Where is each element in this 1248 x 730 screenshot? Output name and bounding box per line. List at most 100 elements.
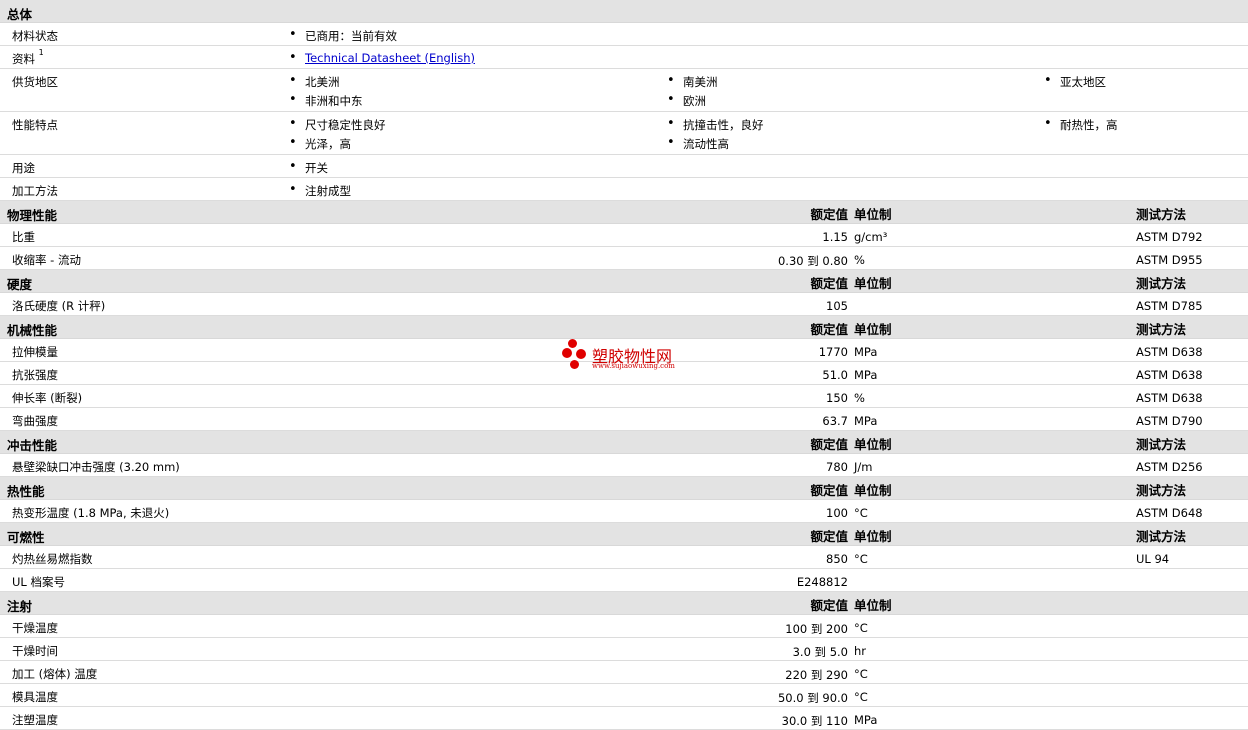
row-availability: 供货地区 北美洲 南美洲 亚太地区 非洲和中东 欧洲 [0, 69, 1248, 112]
region-item: 亚太地区 [1044, 73, 1106, 90]
property-value: 850 [826, 552, 848, 566]
unit-header: 单位制 [854, 437, 892, 452]
property-name: 洛氏硬度 (R 计秤) [12, 299, 106, 313]
nominal-header: 额定值 [810, 483, 848, 498]
footnote-marker: 1 [38, 48, 44, 58]
property-name: 悬壁梁缺口冲击强度 (3.20 mm) [12, 460, 180, 474]
property-value: 30.0 到 110 [781, 714, 848, 728]
nominal-header: 额定值 [810, 207, 848, 222]
property-name: 抗张强度 [12, 368, 58, 382]
method-header: 测试方法 [1136, 276, 1187, 291]
region-item: 非洲和中东 [289, 92, 362, 109]
watermark-url: www.sujiaowuxing.com [592, 362, 675, 370]
section-hardness: 硬度 额定值 单位制 测试方法 [0, 270, 1248, 293]
method-header: 测试方法 [1136, 207, 1187, 222]
method-header: 测试方法 [1136, 437, 1187, 452]
method-header: 测试方法 [1136, 483, 1187, 498]
test-method: ASTM D638 [1136, 391, 1203, 405]
table-row: UL 档案号 E248812 [0, 569, 1248, 592]
property-value: 100 到 200 [785, 622, 848, 636]
section-title: 硬度 [7, 277, 33, 292]
unit-header: 单位制 [854, 483, 892, 498]
section-impact: 冲击性能 额定值 单位制 测试方法 [0, 431, 1248, 454]
feature-item: 抗撞击性，良好 [667, 116, 763, 133]
test-method: ASTM D638 [1136, 368, 1203, 382]
region-item: 欧洲 [667, 92, 706, 109]
property-value: 0.30 到 0.80 [777, 254, 848, 268]
property-unit: °C [854, 506, 868, 520]
property-name: 模具温度 [12, 690, 58, 704]
table-row: 比重 1.15 g/cm³ ASTM D792 [0, 224, 1248, 247]
table-row: 伸长率 (断裂) 150 % ASTM D638 [0, 385, 1248, 408]
property-label: 供货地区 [12, 75, 58, 89]
section-flammability: 可燃性 额定值 单位制 测试方法 [0, 523, 1248, 546]
table-row: 热变形温度 (1.8 MPa, 未退火) 100 °C ASTM D648 [0, 500, 1248, 523]
literature-item: Technical Datasheet (English) [289, 50, 475, 65]
table-row: 洛氏硬度 (R 计秤) 105 ASTM D785 [0, 293, 1248, 316]
nominal-header: 额定值 [810, 322, 848, 337]
property-value: 150 [826, 391, 848, 405]
property-value: 780 [826, 460, 848, 474]
property-unit: hr [854, 644, 867, 658]
section-mechanical: 机械性能 额定值 单位制 测试方法 [0, 316, 1248, 339]
property-unit: MPa [854, 345, 878, 359]
section-title: 物理性能 [7, 208, 58, 223]
table-row: 干燥时间 3.0 到 5.0 hr [0, 638, 1248, 661]
property-value: 220 到 290 [785, 668, 848, 682]
property-name: 热变形温度 (1.8 MPa, 未退火) [12, 506, 170, 520]
property-name: 伸长率 (断裂) [12, 391, 83, 405]
property-value: 1770 [818, 345, 848, 359]
table-row: 加工 (熔体) 温度 220 到 290 °C [0, 661, 1248, 684]
row-literature: 资料 1 Technical Datasheet (English) [0, 46, 1248, 69]
section-title: 机械性能 [7, 323, 58, 338]
nominal-header: 额定值 [810, 529, 848, 544]
row-processing: 加工方法 注射成型 [0, 178, 1248, 201]
property-value: 100 [826, 506, 848, 520]
property-value: 1.15 [822, 230, 848, 244]
nominal-header: 额定值 [810, 598, 848, 613]
property-name: 加工 (熔体) 温度 [12, 667, 98, 681]
method-header: 测试方法 [1136, 529, 1187, 544]
watermark-logo: 塑胶物性网 www.sujiaowuxing.com [560, 338, 700, 378]
property-name: 注塑温度 [12, 713, 58, 727]
property-name: 比重 [12, 230, 35, 244]
processing-item: 注射成型 [289, 182, 351, 199]
row-features: 性能特点 尺寸稳定性良好 抗撞击性，良好 耐热性，高 光泽，高 流动性高 [0, 112, 1248, 155]
table-row: 模具温度 50.0 到 90.0 °C [0, 684, 1248, 707]
property-unit: % [854, 253, 865, 267]
property-label: 加工方法 [12, 184, 58, 198]
property-label: 材料状态 [12, 29, 58, 43]
table-row: 灼热丝易燃指数 850 °C UL 94 [0, 546, 1248, 569]
property-unit: MPa [854, 414, 878, 428]
logo-dot [570, 360, 579, 369]
logo-dot [562, 348, 572, 358]
property-name: 拉伸模量 [12, 345, 58, 359]
property-value: 63.7 [822, 414, 848, 428]
property-unit: °C [854, 690, 868, 704]
section-title: 热性能 [7, 484, 45, 499]
nominal-header: 额定值 [810, 437, 848, 452]
unit-header: 单位制 [854, 598, 892, 613]
technical-datasheet-link[interactable]: Technical Datasheet (English) [305, 51, 475, 65]
property-unit: °C [854, 552, 868, 566]
section-title: 注射 [7, 599, 33, 614]
method-header: 测试方法 [1136, 322, 1187, 337]
property-unit: °C [854, 667, 868, 681]
section-thermal: 热性能 额定值 单位制 测试方法 [0, 477, 1248, 500]
unit-header: 单位制 [854, 207, 892, 222]
property-name: 收缩率 - 流动 [12, 253, 81, 267]
property-unit: °C [854, 621, 868, 635]
property-name: 灼热丝易燃指数 [12, 552, 93, 566]
unit-header: 单位制 [854, 322, 892, 337]
property-value: 50.0 到 90.0 [777, 691, 848, 705]
property-name: 干燥温度 [12, 621, 58, 635]
region-item: 南美洲 [667, 73, 717, 90]
table-row: 收缩率 - 流动 0.30 到 0.80 % ASTM D955 [0, 247, 1248, 270]
test-method: ASTM D955 [1136, 253, 1203, 267]
table-row: 悬壁梁缺口冲击强度 (3.20 mm) 780 J/m ASTM D256 [0, 454, 1248, 477]
table-row: 注塑温度 30.0 到 110 MPa [0, 707, 1248, 730]
test-method: UL 94 [1136, 552, 1170, 566]
unit-header: 单位制 [854, 529, 892, 544]
test-method: ASTM D790 [1136, 414, 1203, 428]
table-row: 弯曲强度 63.7 MPa ASTM D790 [0, 408, 1248, 431]
